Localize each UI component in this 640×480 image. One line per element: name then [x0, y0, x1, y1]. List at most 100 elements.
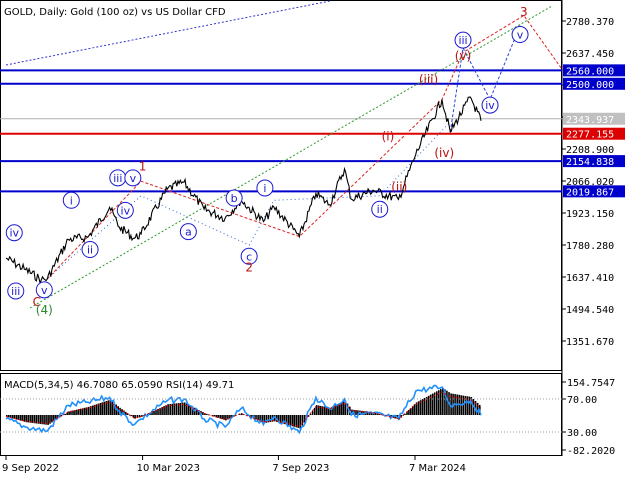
macd-bar	[157, 409, 159, 415]
wave-label-8: v	[130, 172, 137, 185]
macd-bar	[299, 415, 301, 429]
wave-label-16: ii	[377, 203, 383, 216]
indicator-tick-label-0: 154.7547	[567, 378, 615, 389]
macd-bar	[311, 410, 314, 415]
macd-bar	[255, 415, 257, 420]
macd-bar	[183, 402, 186, 415]
level-box-label-1: 2500.000	[566, 80, 614, 91]
wave-label-4: (4)	[36, 303, 53, 317]
macd-bar	[51, 415, 53, 423]
price-tick-label-10: 1351.670	[566, 337, 614, 348]
macd-bar	[301, 415, 304, 426]
wave-label-10: 1	[139, 160, 147, 174]
date-tick-label-3: 7 Mar 2024	[409, 463, 466, 474]
macd-bar	[161, 407, 163, 415]
macd-bar	[153, 411, 155, 415]
price-tick-label-4: 2208.900	[566, 145, 614, 156]
macd-bar	[225, 415, 227, 421]
macd-bar	[440, 389, 442, 415]
macd-bar	[95, 404, 98, 415]
level-box-label-4: 2019.867	[566, 187, 614, 198]
macd-bar	[35, 415, 37, 424]
macd-bar	[217, 415, 220, 418]
macd-bar	[138, 415, 141, 418]
price-tick-label-9: 1494.540	[566, 305, 614, 316]
macd-bar	[436, 391, 438, 415]
wave-label-9: iv	[121, 204, 131, 217]
wave-label-17: (ii)	[391, 180, 407, 194]
macd-bar	[202, 412, 204, 415]
wave-label-24: v	[517, 29, 524, 42]
wave-label-18: (i)	[382, 129, 395, 143]
price-tick-label-8: 1637.410	[566, 273, 614, 284]
macd-bar	[39, 415, 41, 424]
indicator-tick-label-3: -82.2020	[567, 446, 615, 457]
macd-bar	[417, 401, 420, 415]
wave-label-5: i	[70, 194, 73, 207]
macd-bar	[446, 390, 448, 415]
wave-label-11: a	[185, 226, 192, 239]
date-axis: 9 Sep 2022 10 Mar 2023 7 Sep 2023 7 Mar 202…	[2, 456, 466, 474]
macd-bar	[11, 415, 14, 419]
level-box-label-3: 2154.838	[566, 157, 614, 168]
macd-bar	[213, 415, 216, 417]
price-tick-label-1: 2637.450	[566, 49, 614, 60]
macd-bar	[99, 403, 102, 415]
macd-bar	[76, 409, 78, 415]
macd-bar	[80, 408, 82, 415]
macd-bar	[83, 407, 86, 415]
macd-bar	[27, 415, 30, 423]
price-tick-label-7: 1780.280	[566, 241, 614, 252]
macd-bar	[408, 410, 410, 415]
macd-bar	[72, 410, 74, 415]
macd-bar	[103, 401, 106, 415]
macd-bar	[431, 393, 434, 415]
price-tick-label-6: 1923.150	[566, 209, 614, 220]
wave-label-14: 2	[245, 260, 253, 274]
wave-label-20: (iv)	[434, 146, 454, 160]
current-price-label: 2343.937	[566, 115, 614, 126]
wave-label-7: iii	[113, 172, 122, 185]
macd-bar	[165, 405, 167, 415]
wave-label-12: b	[231, 192, 238, 205]
indicator-tick-label-2: 30.00	[567, 428, 597, 439]
macd-bar	[411, 406, 414, 415]
wave-label-1: iii	[11, 285, 20, 298]
wave-label-22: (v)	[455, 49, 471, 63]
macd-bar	[313, 408, 316, 415]
macd-bar	[206, 413, 208, 415]
macd-bar	[421, 399, 424, 415]
wave-label-15: i	[263, 182, 266, 195]
price-tick-label-0: 2780.370	[566, 17, 614, 28]
date-tick-label-1: 10 Mar 2023	[137, 463, 200, 474]
macd-bar	[23, 415, 26, 422]
wave-label-23: iv	[485, 99, 495, 112]
main-chart-frame	[0, 0, 562, 371]
indicator-tick-label-1: 70.00	[567, 395, 597, 406]
macd-bar	[19, 415, 22, 421]
wave-label-6: ii	[87, 244, 93, 257]
macd-bar	[134, 415, 136, 419]
wave-label-25: 3	[520, 5, 528, 19]
indicator-axis: 154.7547 70.00 30.00 -82.2020	[562, 378, 615, 457]
wave-label-21: iii	[458, 34, 467, 47]
macd-bar	[47, 415, 49, 425]
wave-label-0: iv	[9, 227, 19, 240]
macd-bar	[91, 405, 94, 415]
macd-bar	[15, 415, 18, 420]
level-box-label-2: 2277.155	[566, 130, 614, 141]
wave-label-2: v	[41, 284, 48, 297]
macd-bar	[221, 415, 223, 420]
macd-bar	[43, 415, 45, 425]
macd-bar	[111, 401, 114, 415]
date-tick-label-2: 7 Sep 2023	[272, 463, 329, 474]
chart-title: GOLD, Daily: Gold (100 oz) vs US Dollar …	[4, 7, 226, 18]
macd-bar	[31, 415, 33, 423]
level-box-label-0: 2560.000	[566, 66, 614, 77]
indicator-title: MACD(5,34,5) 46.7080 65.0590 RSI(14) 49.…	[4, 380, 234, 391]
macd-bar	[107, 400, 110, 415]
wave-label-19: (iii)	[419, 72, 438, 86]
macd-bar	[68, 411, 70, 415]
gold-daily-chart: iviii vC(4)iiiiii viv1abc2iii(ii)(i)(iii)(…	[0, 0, 625, 474]
date-tick-label-0: 9 Sep 2022	[2, 463, 59, 474]
